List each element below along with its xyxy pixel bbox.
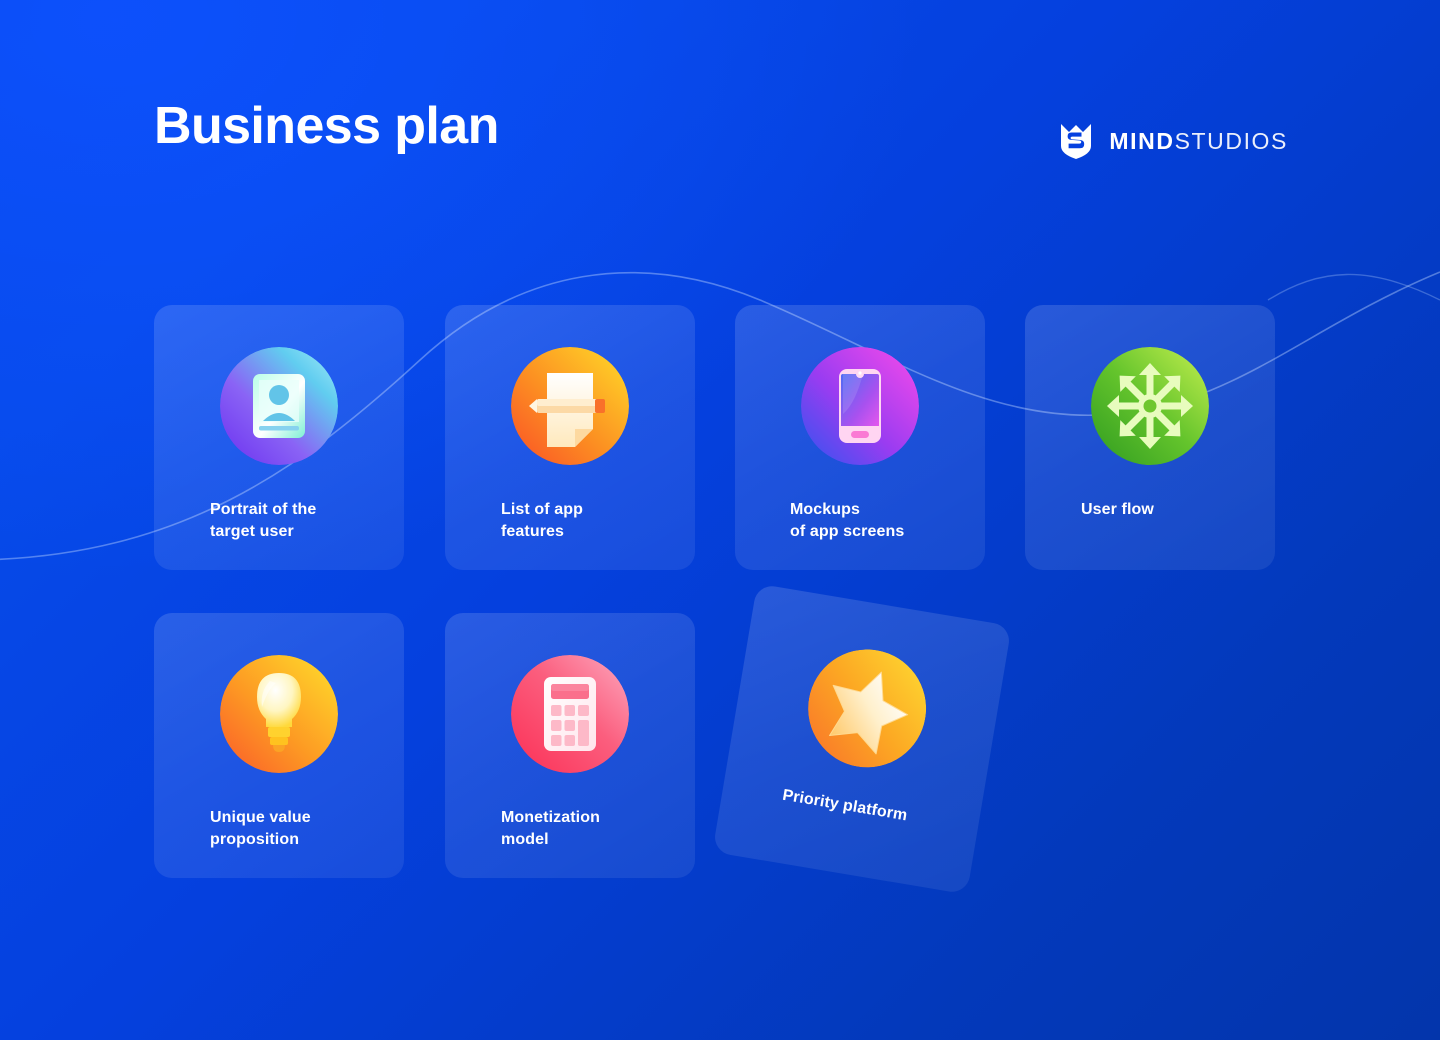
card-label: Monetization model (501, 809, 600, 848)
slide-canvas: Business plan MINDSTUDIOS Portrait of th… (0, 0, 1440, 1040)
card-portrait-of-the-target-user[interactable]: Portrait of the target user (154, 305, 404, 570)
card-grid: Portrait of the target user List of app … (0, 0, 1440, 1040)
card-mockups-of-app-screens[interactable]: Mockups of app screens (735, 305, 985, 570)
card-user-flow[interactable]: User flow (1025, 305, 1275, 570)
card-list-of-app-features[interactable]: List of app features (445, 305, 695, 570)
radial-arrows-flow-icon (1091, 347, 1209, 465)
card-label: Unique value proposition (210, 809, 311, 848)
card-priority-platform[interactable]: Priority platform (712, 583, 1012, 895)
star-icon (799, 640, 935, 776)
card-label: Priority platform (781, 786, 909, 825)
lightbulb-icon (220, 655, 338, 773)
card-label: List of app features (501, 501, 583, 540)
calculator-icon (511, 655, 629, 773)
card-label: Portrait of the target user (210, 501, 317, 540)
card-label: User flow (1081, 501, 1154, 518)
document-pencil-icon (511, 347, 629, 465)
smartphone-icon (801, 347, 919, 465)
card-unique-value-proposition[interactable]: Unique value proposition (154, 613, 404, 878)
card-label: Mockups of app screens (790, 501, 905, 540)
card-monetization-model[interactable]: Monetization model (445, 613, 695, 878)
id-card-profile-icon (220, 347, 338, 465)
